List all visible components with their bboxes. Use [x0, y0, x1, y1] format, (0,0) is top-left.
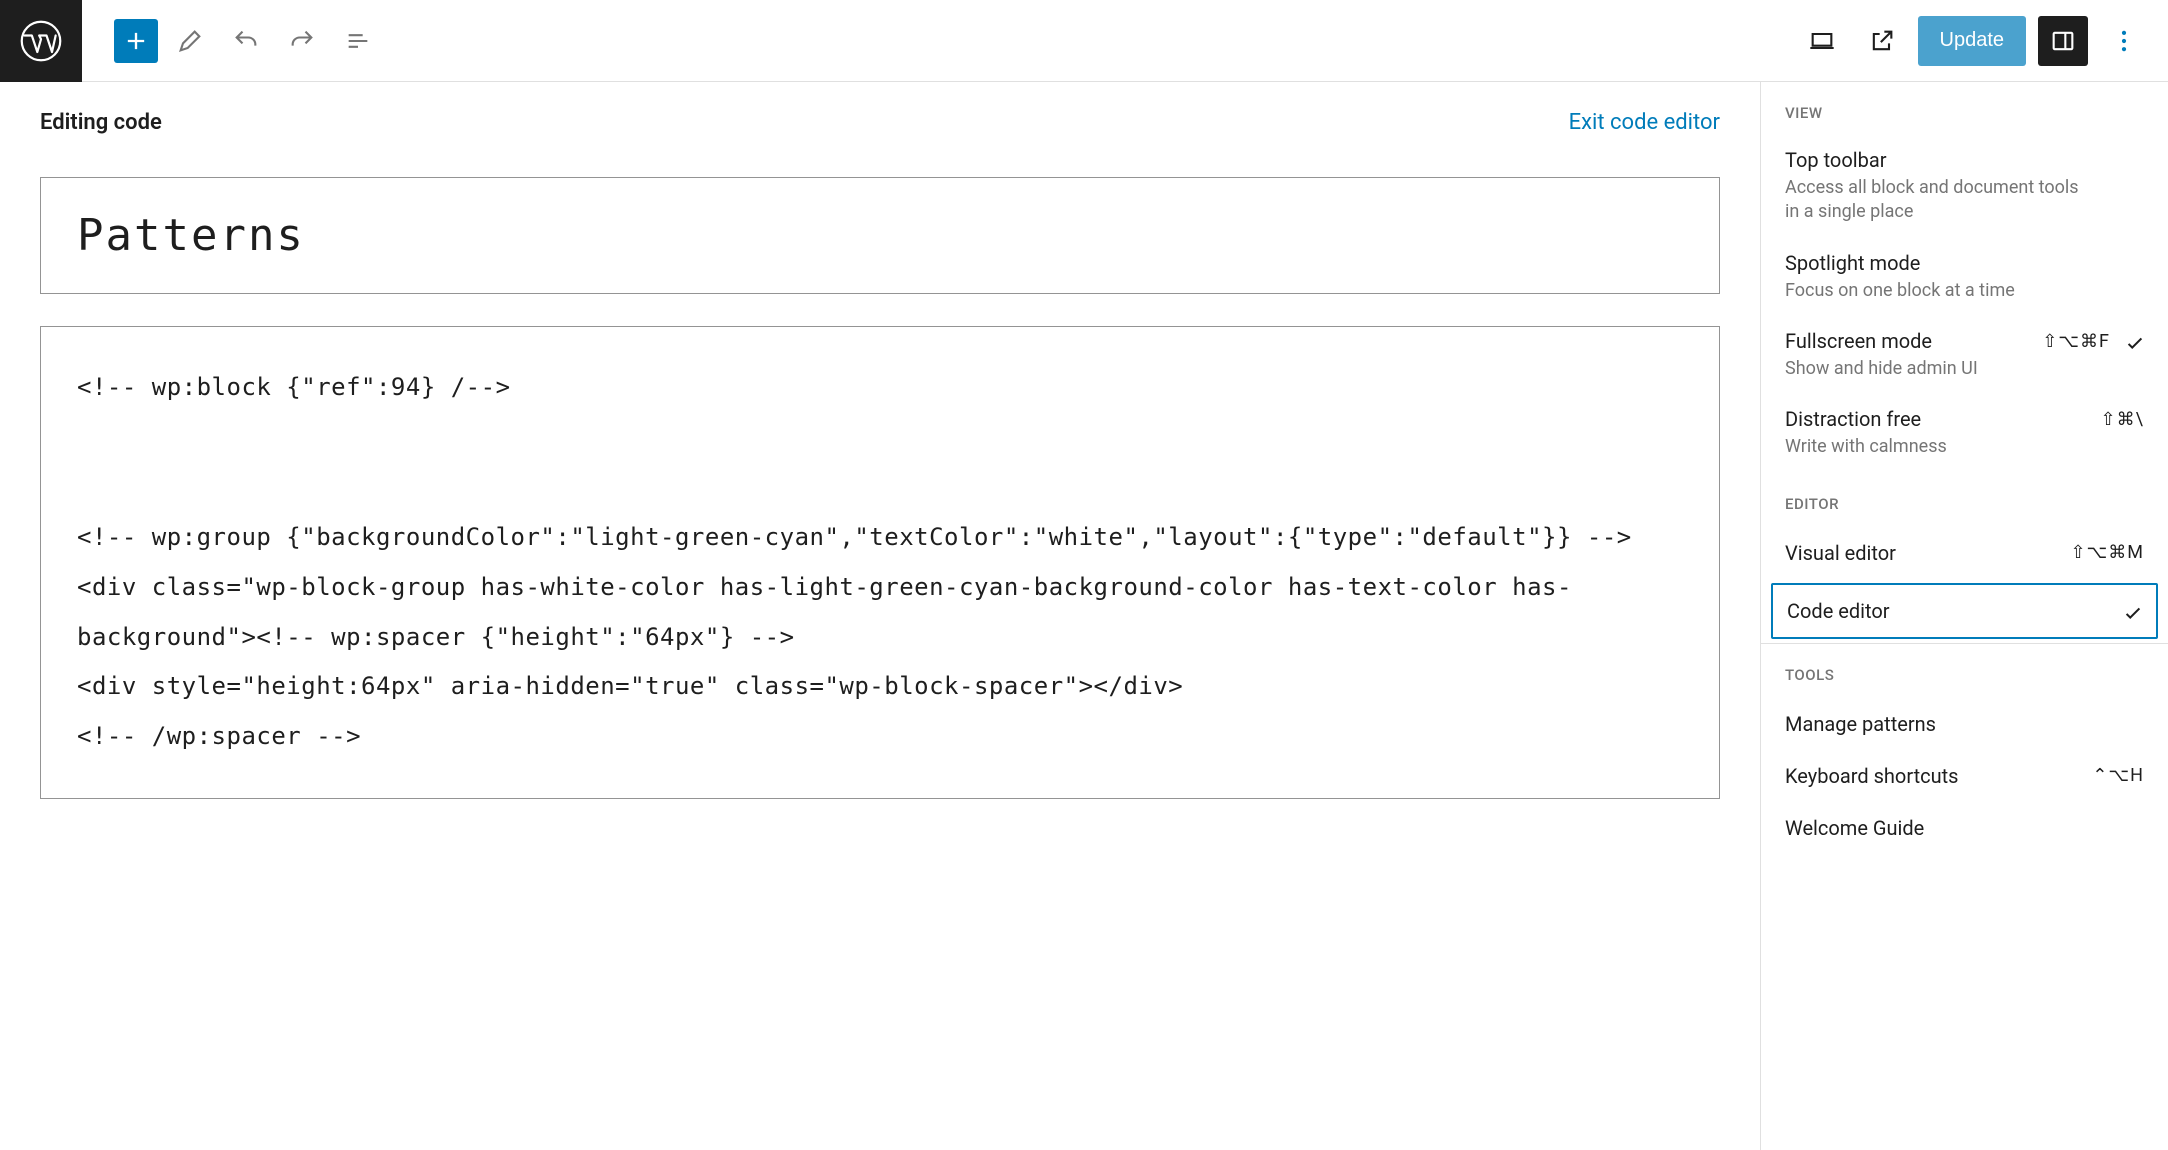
- undo-icon: [232, 27, 260, 55]
- editor-section-label: EDITOR: [1761, 473, 2168, 527]
- menu-item-visual-editor[interactable]: Visual editor ⇧⌥⌘M: [1761, 527, 2168, 579]
- top-toolbar: Update: [0, 0, 2168, 82]
- toolbar-right: Update: [1798, 16, 2168, 66]
- list-icon: [344, 27, 372, 55]
- menu-item-shortcut: ⇧⌥⌘M: [2070, 542, 2144, 563]
- pencil-icon: [176, 27, 204, 55]
- tools-button[interactable]: [166, 17, 214, 65]
- update-button[interactable]: Update: [1918, 16, 2027, 66]
- check-icon: [2124, 332, 2146, 358]
- main-region: Editing code Exit code editor Patterns <…: [0, 82, 2168, 1150]
- wp-logo[interactable]: [0, 0, 82, 82]
- undo-button[interactable]: [222, 17, 270, 65]
- menu-item-title: Distraction free: [1785, 407, 2144, 431]
- sidebar-icon: [2049, 27, 2077, 55]
- menu-item-title: Spotlight mode: [1785, 251, 2144, 275]
- menu-item-shortcut: ⇧⌘\: [2101, 409, 2144, 430]
- preview-desktop-button[interactable]: [1798, 17, 1846, 65]
- menu-item-desc: Show and hide admin UI: [1785, 357, 2144, 381]
- menu-item-code-editor[interactable]: Code editor: [1771, 583, 2158, 639]
- external-link-icon: [1868, 27, 1896, 55]
- more-vertical-icon: [2110, 27, 2138, 55]
- tools-section-label: TOOLS: [1761, 644, 2168, 698]
- menu-item-distraction-free[interactable]: Distraction free Write with calmness ⇧⌘\: [1761, 395, 2168, 473]
- menu-item-desc: Access all block and document tools in a…: [1785, 176, 2144, 225]
- options-menu: VIEW Top toolbar Access all block and do…: [1760, 82, 2168, 1150]
- code-editor-area: Editing code Exit code editor Patterns <…: [0, 82, 1760, 1150]
- menu-item-manage-patterns[interactable]: Manage patterns: [1761, 698, 2168, 750]
- menu-item-label: Keyboard shortcuts: [1785, 764, 2144, 788]
- menu-item-desc: Focus on one block at a time: [1785, 279, 2144, 303]
- code-textarea[interactable]: <!-- wp:block {"ref":94} /--> <!-- wp:gr…: [77, 363, 1683, 762]
- plus-icon: [122, 27, 150, 55]
- menu-item-spotlight-mode[interactable]: Spotlight mode Focus on one block at a t…: [1761, 239, 2168, 317]
- view-post-button[interactable]: [1858, 17, 1906, 65]
- view-section-label: VIEW: [1761, 82, 2168, 136]
- menu-item-keyboard-shortcuts[interactable]: Keyboard shortcuts ⌃⌥H: [1761, 750, 2168, 802]
- document-overview-button[interactable]: [334, 17, 382, 65]
- menu-item-desc: Write with calmness: [1785, 435, 2144, 459]
- laptop-icon: [1808, 27, 1836, 55]
- menu-item-label: Welcome Guide: [1785, 816, 2144, 840]
- post-content-field[interactable]: <!-- wp:block {"ref":94} /--> <!-- wp:gr…: [40, 326, 1720, 799]
- menu-item-shortcut: ⇧⌥⌘F: [2042, 331, 2110, 352]
- menu-item-label: Manage patterns: [1785, 712, 2144, 736]
- menu-item-title: Top toolbar: [1785, 148, 2144, 172]
- check-icon: [2122, 602, 2144, 628]
- options-button[interactable]: [2100, 17, 2148, 65]
- editor-header: Editing code Exit code editor: [40, 110, 1720, 135]
- menu-item-welcome-guide[interactable]: Welcome Guide: [1761, 802, 2168, 854]
- redo-icon: [288, 27, 316, 55]
- exit-code-editor-link[interactable]: Exit code editor: [1569, 110, 1720, 135]
- redo-button[interactable]: [278, 17, 326, 65]
- menu-item-fullscreen-mode[interactable]: Fullscreen mode Show and hide admin UI ⇧…: [1761, 317, 2168, 395]
- menu-item-shortcut: ⌃⌥H: [2092, 765, 2144, 786]
- menu-item-label: Code editor: [1787, 599, 2142, 623]
- toolbar-left: [82, 17, 382, 65]
- settings-sidebar-button[interactable]: [2038, 16, 2088, 66]
- post-title-field[interactable]: Patterns: [40, 177, 1720, 294]
- wordpress-icon: [19, 19, 63, 63]
- block-inserter-button[interactable]: [114, 19, 158, 63]
- menu-item-top-toolbar[interactable]: Top toolbar Access all block and documen…: [1761, 136, 2168, 239]
- editing-code-label: Editing code: [40, 110, 162, 135]
- post-title-text: Patterns: [77, 210, 1683, 261]
